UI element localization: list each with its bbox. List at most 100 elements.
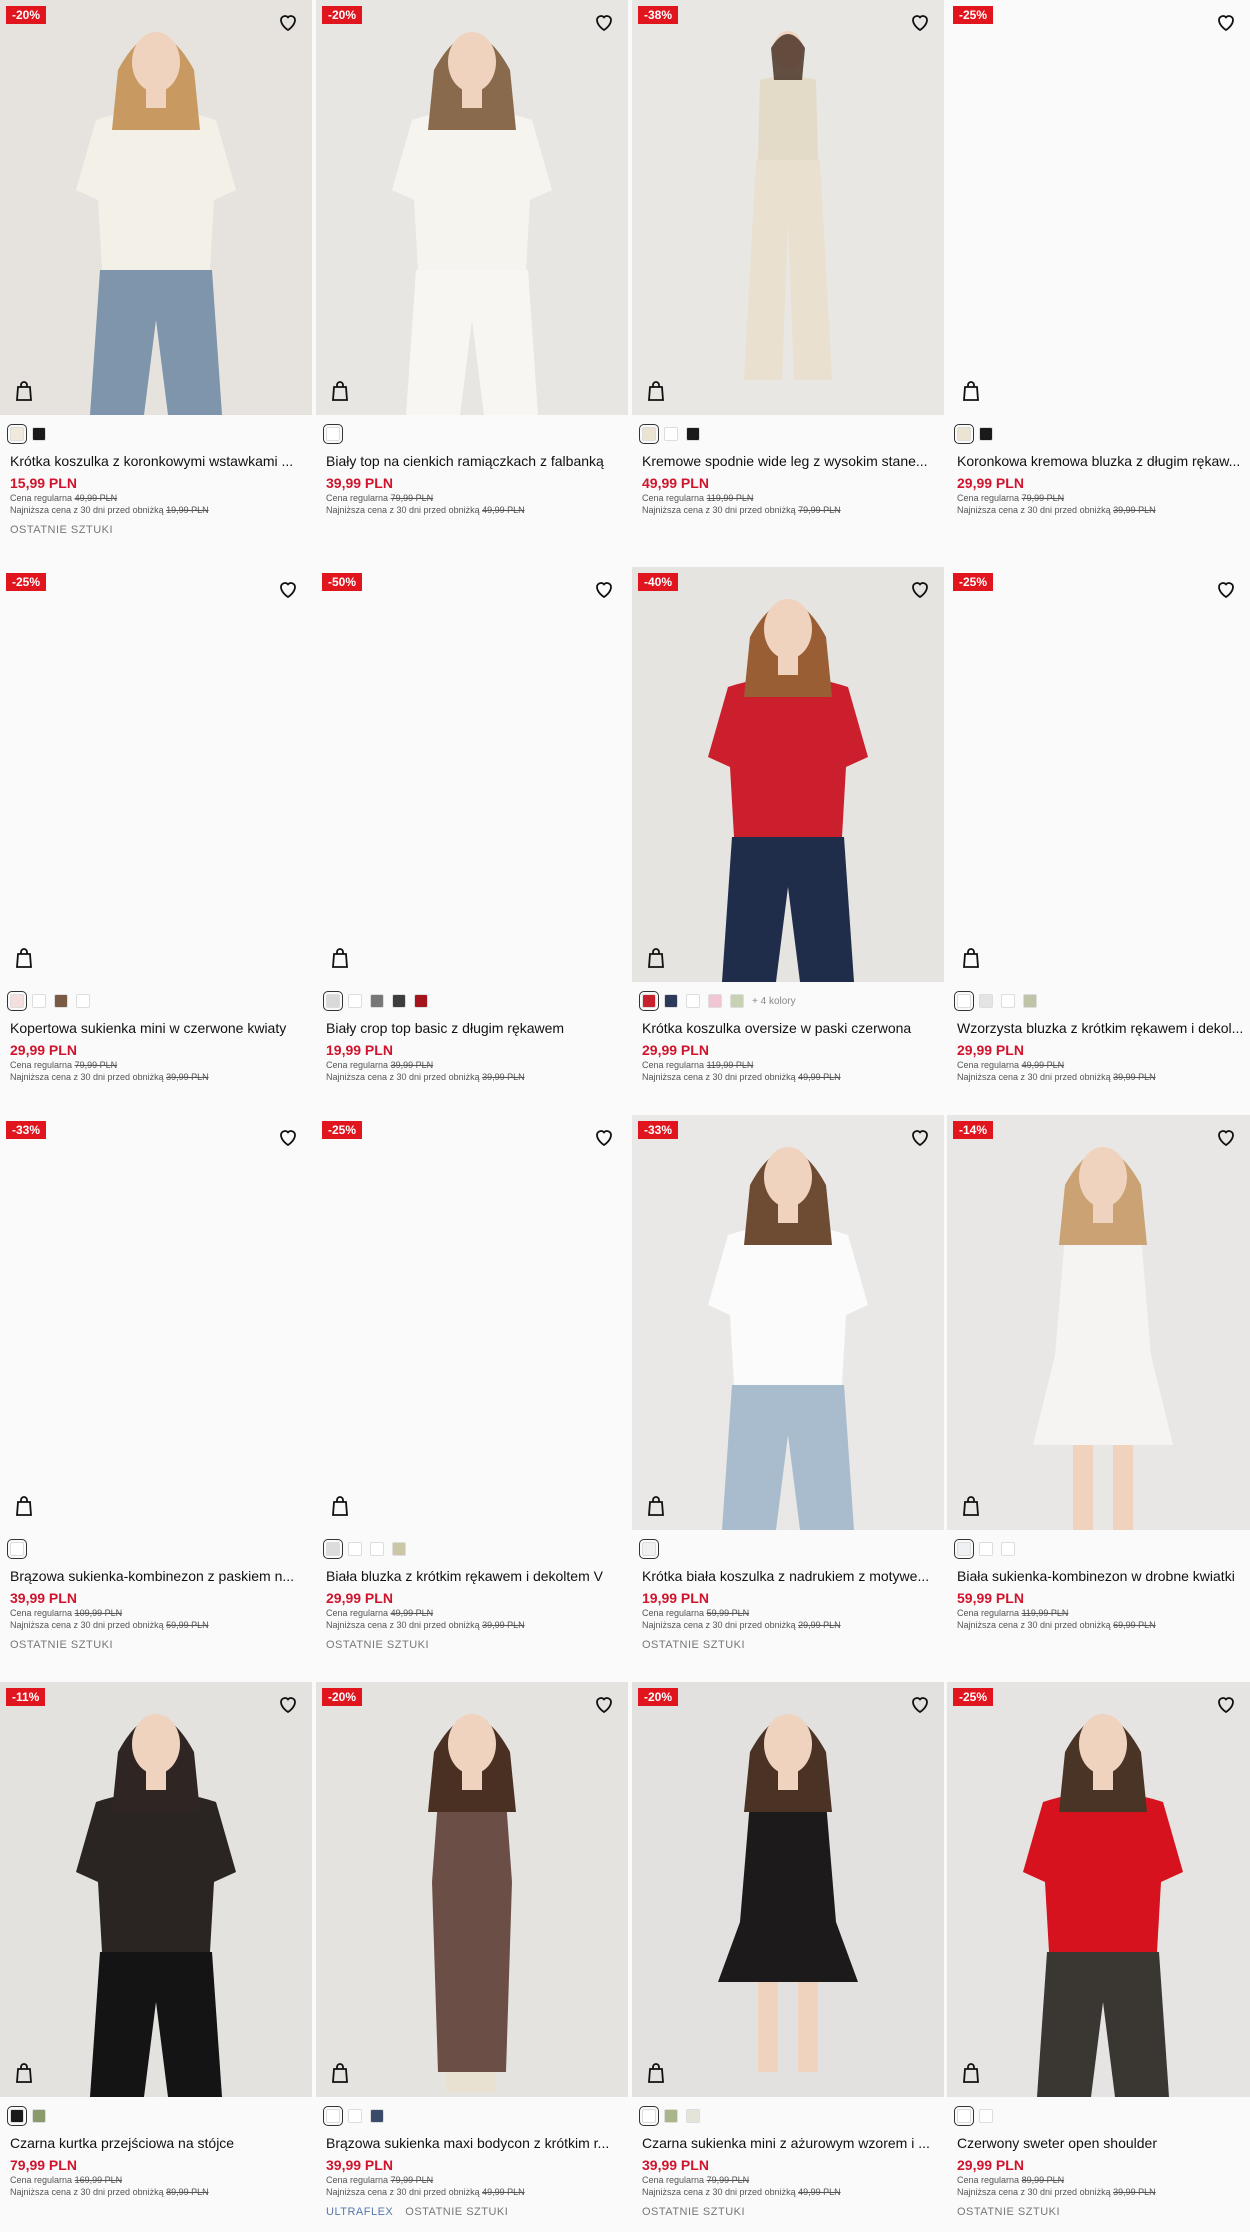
- color-swatch[interactable]: [7, 424, 27, 444]
- add-to-cart-bag-icon[interactable]: [959, 2061, 983, 2085]
- product-name[interactable]: Wzorzysta bluzka z krótkim rękawem i dek…: [957, 1019, 1247, 1037]
- color-swatch[interactable]: [686, 994, 700, 1008]
- wishlist-heart-icon[interactable]: [592, 1692, 616, 1716]
- color-swatch[interactable]: [323, 2106, 343, 2126]
- more-colors-label[interactable]: + 4 kolory: [752, 996, 796, 1007]
- product-name[interactable]: Biały top na cienkich ramiączkach z falb…: [326, 452, 624, 470]
- color-swatch[interactable]: [979, 994, 993, 1008]
- color-swatch[interactable]: [686, 2109, 700, 2123]
- product-card[interactable]: -50% Biały crop top basic z długim rękaw…: [316, 567, 628, 1127]
- add-to-cart-bag-icon[interactable]: [644, 379, 668, 403]
- color-swatch[interactable]: [414, 994, 428, 1008]
- color-swatch[interactable]: [323, 1539, 343, 1559]
- product-image[interactable]: -25%: [316, 1115, 628, 1530]
- color-swatch[interactable]: [1001, 994, 1015, 1008]
- color-swatch[interactable]: [392, 994, 406, 1008]
- wishlist-heart-icon[interactable]: [592, 1125, 616, 1149]
- product-image[interactable]: -20%: [316, 0, 628, 415]
- product-image[interactable]: -33%: [0, 1115, 312, 1530]
- product-image[interactable]: -25%: [947, 0, 1250, 415]
- color-swatch[interactable]: [32, 994, 46, 1008]
- product-image[interactable]: -50%: [316, 567, 628, 982]
- product-image[interactable]: -33%: [632, 1115, 944, 1530]
- wishlist-heart-icon[interactable]: [908, 10, 932, 34]
- product-card[interactable]: -14% Biała sukienka-kombinezon w drobne …: [947, 1115, 1250, 1675]
- product-image[interactable]: -25%: [947, 1682, 1250, 2097]
- color-swatch[interactable]: [54, 994, 68, 1008]
- add-to-cart-bag-icon[interactable]: [328, 1494, 352, 1518]
- color-swatch[interactable]: [639, 424, 659, 444]
- product-name[interactable]: Krótka biała koszulka z nadrukiem z moty…: [642, 1567, 940, 1585]
- product-name[interactable]: Biała sukienka-kombinezon w drobne kwiat…: [957, 1567, 1247, 1585]
- add-to-cart-bag-icon[interactable]: [12, 379, 36, 403]
- product-card[interactable]: -25% Wzorzysta bluzka z krótkim rękawem …: [947, 567, 1250, 1127]
- product-image[interactable]: -25%: [0, 567, 312, 982]
- color-swatch[interactable]: [1023, 994, 1037, 1008]
- wishlist-heart-icon[interactable]: [1214, 1692, 1238, 1716]
- product-name[interactable]: Czerwony sweter open shoulder: [957, 2134, 1247, 2152]
- add-to-cart-bag-icon[interactable]: [959, 1494, 983, 1518]
- add-to-cart-bag-icon[interactable]: [328, 2061, 352, 2085]
- color-swatch[interactable]: [954, 2106, 974, 2126]
- color-swatch[interactable]: [979, 1542, 993, 1556]
- product-name[interactable]: Biała bluzka z krótkim rękawem i dekolte…: [326, 1567, 624, 1585]
- product-image[interactable]: -11%: [0, 1682, 312, 2097]
- add-to-cart-bag-icon[interactable]: [644, 1494, 668, 1518]
- add-to-cart-bag-icon[interactable]: [644, 946, 668, 970]
- wishlist-heart-icon[interactable]: [908, 1692, 932, 1716]
- product-name[interactable]: Brązowa sukienka maxi bodycon z krótkim …: [326, 2134, 624, 2152]
- product-card[interactable]: -20% Biały top na cienkich ramiączkach z…: [316, 0, 628, 560]
- add-to-cart-bag-icon[interactable]: [328, 379, 352, 403]
- color-swatch[interactable]: [32, 427, 46, 441]
- color-swatch[interactable]: [323, 424, 343, 444]
- product-name[interactable]: Kopertowa sukienka mini w czerwone kwiat…: [10, 1019, 308, 1037]
- product-name[interactable]: Krótka koszulka oversize w paski czerwon…: [642, 1019, 940, 1037]
- product-image[interactable]: -25%: [947, 567, 1250, 982]
- color-swatch[interactable]: [348, 1542, 362, 1556]
- product-image[interactable]: -20%: [0, 0, 312, 415]
- product-card[interactable]: -25% Czerwony sweter open shoulder 29,99…: [947, 1682, 1250, 2232]
- wishlist-heart-icon[interactable]: [908, 1125, 932, 1149]
- add-to-cart-bag-icon[interactable]: [959, 946, 983, 970]
- wishlist-heart-icon[interactable]: [276, 1125, 300, 1149]
- color-swatch[interactable]: [686, 427, 700, 441]
- color-swatch[interactable]: [348, 994, 362, 1008]
- product-card[interactable]: -33% Brązowa sukienka-kombinezon z paski…: [0, 1115, 312, 1675]
- wishlist-heart-icon[interactable]: [592, 577, 616, 601]
- color-swatch[interactable]: [708, 994, 722, 1008]
- product-name[interactable]: Kremowe spodnie wide leg z wysokim stane…: [642, 452, 940, 470]
- product-card[interactable]: -38% Kremowe spodnie wide leg z wysokim …: [632, 0, 944, 560]
- color-swatch[interactable]: [7, 1539, 27, 1559]
- wishlist-heart-icon[interactable]: [908, 577, 932, 601]
- product-image[interactable]: -14%: [947, 1115, 1250, 1530]
- wishlist-heart-icon[interactable]: [1214, 1125, 1238, 1149]
- add-to-cart-bag-icon[interactable]: [644, 2061, 668, 2085]
- product-card[interactable]: -25% Koronkowa kremowa bluzka z długim r…: [947, 0, 1250, 560]
- wishlist-heart-icon[interactable]: [276, 10, 300, 34]
- color-swatch[interactable]: [954, 424, 974, 444]
- add-to-cart-bag-icon[interactable]: [12, 2061, 36, 2085]
- color-swatch[interactable]: [979, 427, 993, 441]
- color-swatch[interactable]: [370, 994, 384, 1008]
- color-swatch[interactable]: [32, 2109, 46, 2123]
- color-swatch[interactable]: [348, 2109, 362, 2123]
- color-swatch[interactable]: [979, 2109, 993, 2123]
- wishlist-heart-icon[interactable]: [276, 1692, 300, 1716]
- product-card[interactable]: -20% Brązowa sukienka maxi bodycon z kró…: [316, 1682, 628, 2232]
- wishlist-heart-icon[interactable]: [1214, 577, 1238, 601]
- add-to-cart-bag-icon[interactable]: [12, 946, 36, 970]
- color-swatch[interactable]: [7, 2106, 27, 2126]
- product-name[interactable]: Czarna sukienka mini z ażurowym wzorem i…: [642, 2134, 940, 2152]
- wishlist-heart-icon[interactable]: [1214, 10, 1238, 34]
- color-swatch[interactable]: [7, 991, 27, 1011]
- product-card[interactable]: -40% + 4 kolory Krótka koszulka oversize…: [632, 567, 944, 1127]
- color-swatch[interactable]: [323, 991, 343, 1011]
- color-swatch[interactable]: [76, 994, 90, 1008]
- color-swatch[interactable]: [664, 994, 678, 1008]
- product-name[interactable]: Biały crop top basic z długim rękawem: [326, 1019, 624, 1037]
- add-to-cart-bag-icon[interactable]: [959, 379, 983, 403]
- color-swatch[interactable]: [639, 1539, 659, 1559]
- color-swatch[interactable]: [1001, 1542, 1015, 1556]
- product-name[interactable]: Koronkowa kremowa bluzka z długim rękaw.…: [957, 452, 1247, 470]
- color-swatch[interactable]: [370, 1542, 384, 1556]
